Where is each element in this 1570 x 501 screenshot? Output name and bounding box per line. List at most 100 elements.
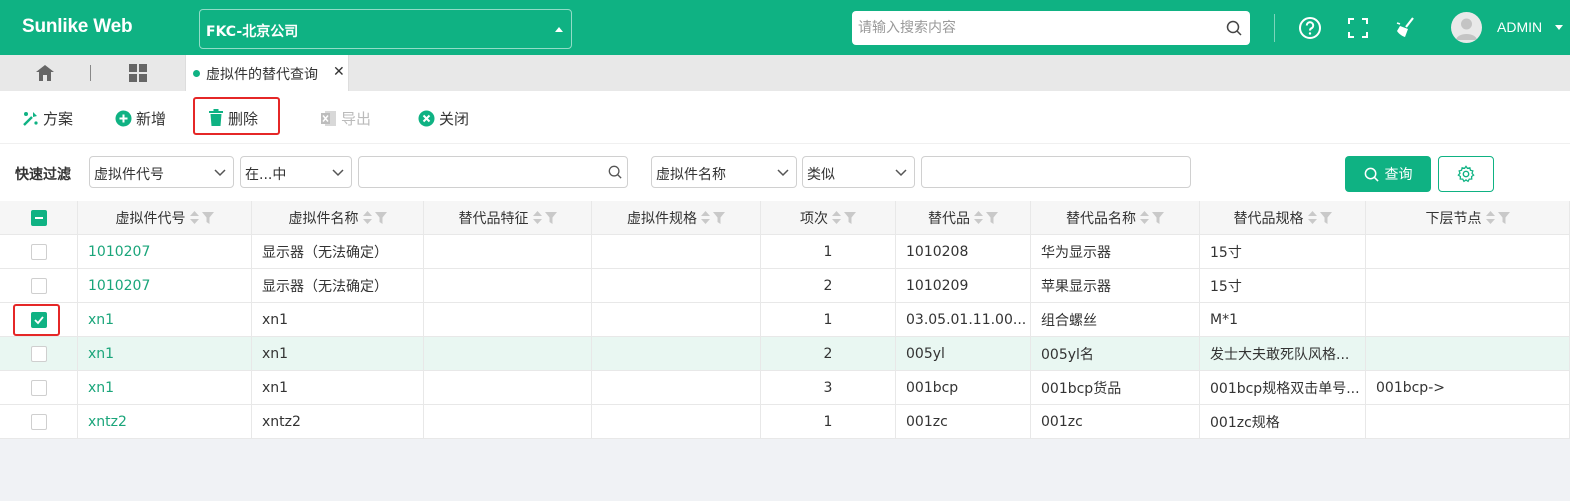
- avatar[interactable]: [1451, 12, 1482, 43]
- column-header-sub_name[interactable]: 替代品名称: [1031, 201, 1200, 234]
- column-header-seq[interactable]: 项次: [761, 201, 896, 234]
- query-button[interactable]: 查询: [1345, 156, 1431, 192]
- column-header-sub_spec[interactable]: 替代品规格: [1200, 201, 1366, 234]
- filter-icon[interactable]: [544, 211, 557, 224]
- cell-text: 001bcp规格双击单号...: [1210, 380, 1360, 397]
- cell-sub_name: 组合螺丝: [1031, 303, 1200, 336]
- column-header-spec[interactable]: 虚拟件规格: [592, 201, 761, 234]
- filter-field-select-1[interactable]: 虚拟件代号: [89, 156, 234, 188]
- filter-icon[interactable]: [844, 211, 856, 224]
- row-select-cell: [0, 337, 78, 370]
- code-link[interactable]: 1010207: [88, 244, 150, 260]
- code-link[interactable]: xn1: [88, 346, 114, 362]
- row-checkbox[interactable]: [30, 243, 47, 260]
- cell-node: [1366, 303, 1570, 336]
- delete-button[interactable]: 删除: [208, 107, 258, 129]
- column-header-label: 替代品特征: [458, 210, 529, 227]
- cell-text: 001bcp货品: [1041, 380, 1122, 397]
- table-row[interactable]: 1010207 显示器（无法确定） 1 1010208 华为显示器 15寸: [0, 235, 1570, 269]
- cell-text: 显示器（无法确定）: [262, 244, 388, 261]
- code-link[interactable]: 1010207: [88, 278, 150, 294]
- table-row[interactable]: xn1 xn1 1 03.05.01.11.00... 组合螺丝 M*1: [0, 303, 1570, 337]
- export-button[interactable]: 导出: [320, 107, 371, 129]
- close-icon[interactable]: ✕: [333, 64, 345, 80]
- sort-icon[interactable]: [1140, 211, 1149, 224]
- cell-feature: [424, 269, 592, 302]
- column-header-node[interactable]: 下层节点: [1366, 201, 1570, 234]
- sort-icon[interactable]: [189, 211, 199, 224]
- home-icon[interactable]: [35, 64, 55, 82]
- cell-seq: 1: [761, 235, 896, 268]
- cell-sub: 1010208: [896, 235, 1031, 268]
- sort-icon[interactable]: [701, 211, 710, 224]
- cell-sub_spec: 发士大夫敢死队风格...: [1200, 337, 1366, 370]
- column-header-feature[interactable]: 替代品特征: [424, 201, 592, 234]
- filter-operator-select-1[interactable]: 在...中: [240, 156, 352, 188]
- cell-text: 1010209: [906, 277, 969, 294]
- row-checkbox[interactable]: [30, 345, 47, 362]
- table-row[interactable]: xn1 xn1 3 001bcp 001bcp货品 001bcp规格双击单号... 001b…: [0, 371, 1570, 405]
- filter-icon[interactable]: [1152, 211, 1164, 224]
- add-button[interactable]: 新增: [115, 107, 166, 129]
- column-header-name[interactable]: 虚拟件名称: [252, 201, 424, 234]
- column-header-label: 虚拟件名称: [288, 210, 359, 227]
- row-checkbox[interactable]: [30, 379, 47, 396]
- cell-text: 1010208: [906, 243, 969, 260]
- grid-icon[interactable]: [128, 64, 148, 82]
- filter-icon[interactable]: [1497, 211, 1510, 224]
- data-table: 虚拟件代号 虚拟件名称 替代品特征 虚拟件规格 项次 替代品 替代品名称 替代品规格 下层节点 1…: [0, 201, 1570, 439]
- cell-feature: [424, 371, 592, 404]
- help-icon[interactable]: [1297, 15, 1323, 41]
- chevron-down-icon: [777, 169, 789, 177]
- column-header-sub[interactable]: 替代品: [896, 201, 1031, 234]
- sort-icon[interactable]: [974, 211, 983, 224]
- filter-icon[interactable]: [201, 211, 214, 224]
- filter-field-select-2[interactable]: 虚拟件名称: [651, 156, 797, 188]
- table-row[interactable]: 1010207 显示器（无法确定） 2 1010209 苹果显示器 15寸: [0, 269, 1570, 303]
- table-row[interactable]: xn1 xn1 2 005yl 005yl名 发士大夫敢死队风格...: [0, 337, 1570, 371]
- filter-icon[interactable]: [713, 211, 725, 224]
- column-header-code[interactable]: 虚拟件代号: [78, 201, 252, 234]
- filter-value-input-1[interactable]: [359, 157, 627, 187]
- sort-icon[interactable]: [832, 211, 841, 224]
- cell-text: 15寸: [1210, 278, 1242, 295]
- search-icon[interactable]: [1226, 20, 1242, 36]
- code-link[interactable]: xn1: [88, 312, 114, 328]
- row-checkbox[interactable]: [30, 277, 47, 294]
- code-link[interactable]: xntz2: [88, 414, 127, 430]
- filter-icon[interactable]: [986, 211, 998, 224]
- search-input[interactable]: [852, 11, 1212, 45]
- filter-operator-select-2[interactable]: 类似: [802, 156, 915, 188]
- top-header: Sunlike Web FKC-北京公司 ADMIN: [0, 0, 1570, 55]
- close-button[interactable]: 关闭: [418, 107, 469, 129]
- filter-value-input-2[interactable]: [922, 157, 1190, 187]
- company-selector[interactable]: FKC-北京公司: [199, 9, 572, 49]
- tab-divider: [90, 65, 91, 81]
- scheme-button[interactable]: 方案: [22, 107, 73, 129]
- fullscreen-icon[interactable]: [1345, 15, 1371, 41]
- select-all-checkbox[interactable]: [30, 209, 47, 226]
- sort-icon[interactable]: [1307, 211, 1317, 224]
- settings-button[interactable]: [1438, 156, 1494, 192]
- broom-icon[interactable]: [1393, 15, 1419, 41]
- filter-value-box-2: [921, 156, 1191, 188]
- username[interactable]: ADMIN: [1497, 19, 1542, 35]
- sort-icon[interactable]: [362, 211, 372, 224]
- search-icon[interactable]: [608, 165, 622, 179]
- sort-icon[interactable]: [1485, 211, 1495, 224]
- filter-icon[interactable]: [1319, 211, 1332, 224]
- caret-down-icon[interactable]: [1555, 25, 1563, 30]
- delete-label: 删除: [228, 109, 259, 128]
- cell-feature: [424, 235, 592, 268]
- table-row[interactable]: xntz2 xntz2 1 001zc 001zc 001zc规格: [0, 405, 1570, 439]
- column-header-label: 替代品规格: [1233, 210, 1304, 227]
- cell-text: 001bcp->: [1376, 379, 1445, 396]
- cell-spec: [592, 269, 761, 302]
- cell-code: xn1: [78, 337, 252, 370]
- code-link[interactable]: xn1: [88, 380, 114, 396]
- sort-icon[interactable]: [532, 211, 542, 224]
- row-checkbox[interactable]: [30, 413, 47, 430]
- tab-substitute-query[interactable]: 虚拟件的替代查询 ✕: [185, 55, 349, 91]
- add-label: 新增: [136, 109, 167, 128]
- filter-icon[interactable]: [374, 211, 387, 224]
